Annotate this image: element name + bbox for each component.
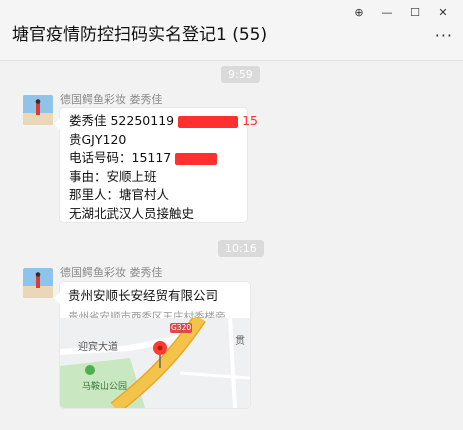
map-road-label: 迎宾大道 <box>78 342 118 353</box>
sender-name: 德国鳄鱼彩妆 娄秀佳 <box>60 266 163 279</box>
timestamp: 10:16 <box>218 240 264 257</box>
map-park-label: 马鞍山公园 <box>82 382 128 392</box>
message-line: 娄秀佳 52250119 15 <box>69 113 258 128</box>
minimize-button[interactable]: — <box>373 0 401 24</box>
text-message-bubble[interactable]: 娄秀佳 52250119 15 贵GJY120 电话号码：15117 事由：安顺… <box>54 108 258 222</box>
pin-icon[interactable]: ⊕ <box>345 0 373 24</box>
maximize-button[interactable]: ☐ <box>401 0 429 24</box>
message-line: 电话号码：15117 <box>69 149 258 168</box>
map-preview[interactable]: 迎宾大道 G320 马鞍山公园 贯 <box>60 318 250 408</box>
location-title: 贵州安顺长安经贸有限公司 <box>68 288 219 303</box>
message-line: 事由：安顺上班 <box>69 168 157 184</box>
message-line: 无湖北武汉人员接触史 <box>69 205 195 221</box>
map-highway-label: G320 <box>171 323 192 332</box>
timestamp: 9:59 <box>221 66 260 83</box>
location-message-card[interactable]: 贵州安顺长安经贸有限公司 贵州省安顺市西秀区王庄村委楼旁 迎宾大道 G320 马… <box>54 282 250 408</box>
window-controls: ⊕ — ☐ ✕ <box>345 0 457 24</box>
chat-title-bar: 塘官疫情防控扫码实名登记1 (55) ⊕ — ☐ ✕ ··· <box>0 0 463 61</box>
sender-name: 德国鳄鱼彩妆 娄秀佳 <box>60 93 163 106</box>
redaction-mark <box>175 152 218 165</box>
avatar[interactable] <box>23 95 53 125</box>
more-options-icon[interactable]: ··· <box>435 26 453 45</box>
close-button[interactable]: ✕ <box>429 0 457 24</box>
map-corner-label: 贯 <box>235 336 245 347</box>
redaction-mark <box>178 115 239 128</box>
avatar[interactable] <box>23 268 53 298</box>
chat-title: 塘官疫情防控扫码实名登记1 (55) <box>12 25 268 45</box>
message-line: 那里人：塘官村人 <box>69 187 170 202</box>
message-line: 贵GJY120 <box>69 131 127 147</box>
